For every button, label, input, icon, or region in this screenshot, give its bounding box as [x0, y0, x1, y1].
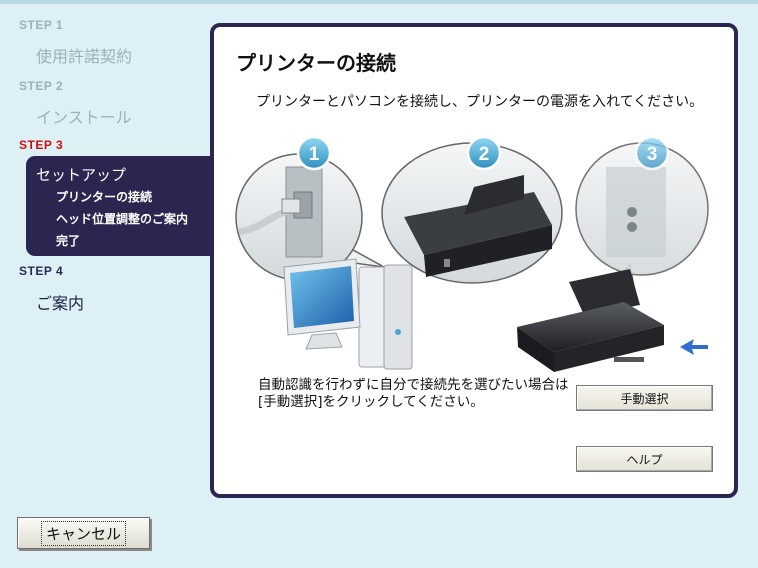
svg-text:2: 2 — [479, 144, 490, 165]
step-badge-1: 1 — [296, 137, 332, 171]
step3-title: セットアップ — [36, 166, 127, 184]
cancel-button-label: キャンセル — [40, 520, 126, 546]
printer-icon — [517, 269, 664, 372]
step1-label: STEP 1 — [19, 18, 64, 32]
page-title: プリンターの接続 — [236, 51, 396, 75]
svg-text:1: 1 — [309, 144, 320, 165]
step2-title: インストール — [36, 108, 132, 127]
instruction-text: プリンターとパソコンを接続し、プリンターの電源を入れてください。 — [256, 94, 704, 110]
step-badge-2: 2 — [466, 137, 502, 171]
main-panel: プリンターの接続 プリンターとパソコンを接続し、プリンターの電源を入れてください… — [210, 23, 738, 498]
step2-label: STEP 2 — [19, 79, 64, 93]
step4-label: STEP 4 — [19, 264, 64, 278]
window-top-edge — [0, 0, 758, 4]
manual-selection-text: 自動認識を行わずに自分で接続先を選びたい場合は[手動選択]をクリックしてください… — [258, 377, 569, 410]
active-step-panel: セットアップ プリンターの接続 ヘッド位置調整のご案内 完了 — [26, 156, 226, 256]
resume-button-icon — [627, 222, 637, 232]
usb-plug-icon — [281, 198, 301, 214]
step3-item-head-alignment: ヘッド位置調整のご案内 — [56, 212, 189, 226]
step3-item-printer-connection: プリンターの接続 — [56, 190, 153, 204]
power-port-icon — [444, 259, 450, 267]
step-badge-3: 3 — [634, 137, 670, 171]
step3-label: STEP 3 — [19, 138, 64, 152]
power-button-icon — [627, 207, 637, 217]
help-button[interactable]: ヘルプ — [576, 446, 713, 472]
connection-illustration: 1 2 3 — [235, 137, 709, 372]
computer-icon — [283, 258, 413, 370]
cancel-button[interactable]: キャンセル — [17, 517, 150, 549]
manual-selection-button[interactable]: 手動選択 — [576, 385, 713, 411]
step3-item-complete: 完了 — [56, 234, 81, 248]
step4-title: ご案内 — [36, 294, 85, 313]
arrow-icon — [680, 339, 708, 355]
step1-title: 使用許諾契約 — [36, 47, 133, 66]
svg-text:3: 3 — [647, 144, 658, 165]
